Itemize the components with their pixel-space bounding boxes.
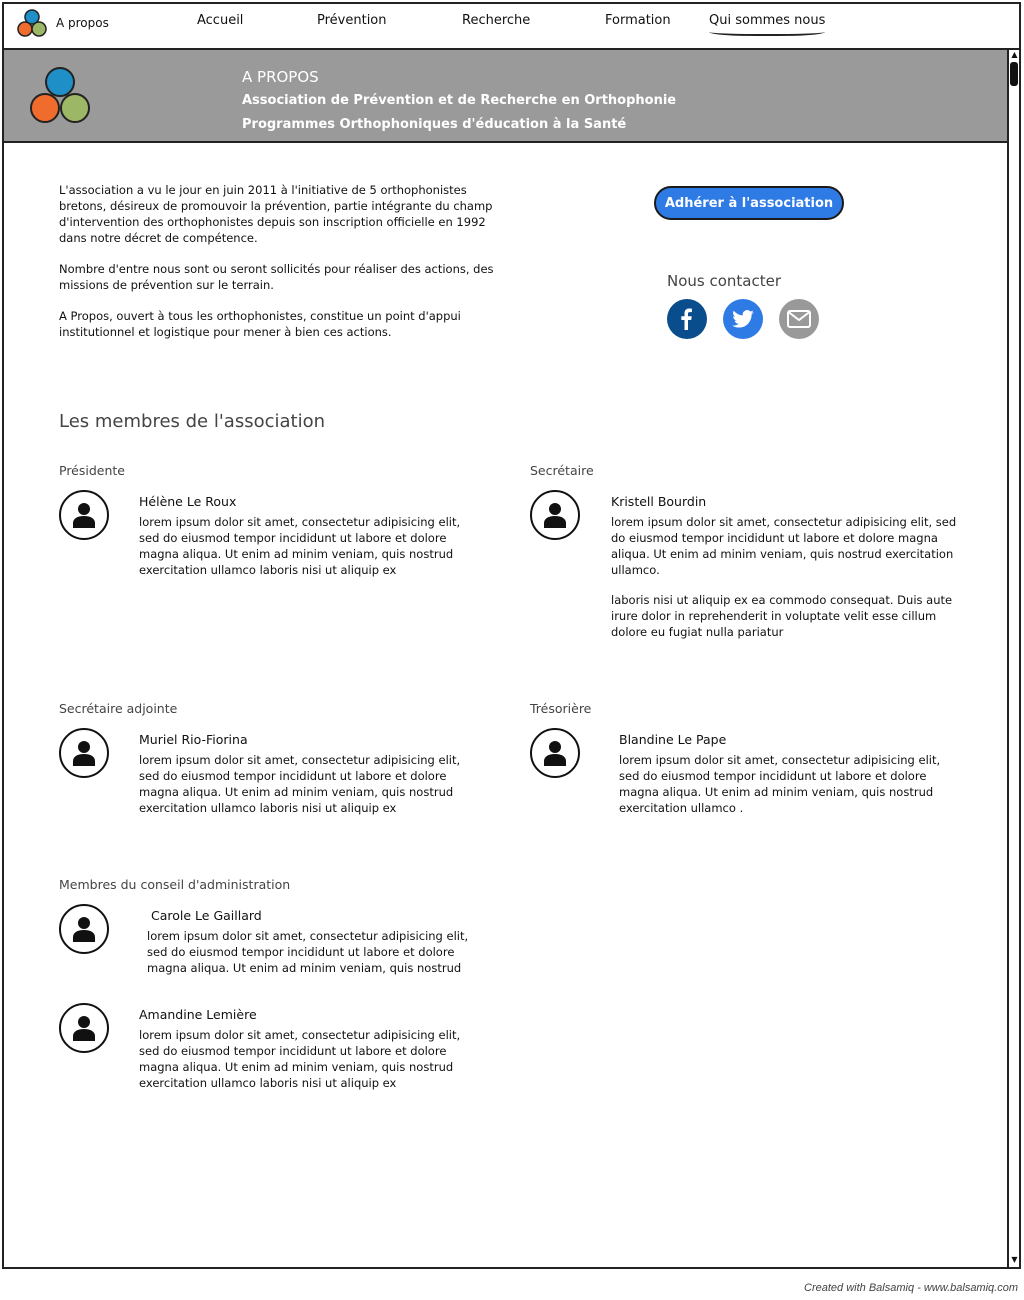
header-banner: A PROPOS Association de Prévention et de… xyxy=(4,50,1007,143)
intro-paragraph: Nombre d'entre nous sont ou seront solli… xyxy=(59,262,494,292)
user-icon xyxy=(73,1016,95,1041)
member-bio-carole: lorem ipsum dolor sit amet, consectetur … xyxy=(147,929,469,975)
member-bio-secretaire-adjointe: lorem ipsum dolor sit amet, consectetur … xyxy=(139,753,461,815)
role-label-secretaire-adjointe: Secrétaire adjointe xyxy=(59,701,178,716)
member-bio-secretaire-2: laboris nisi ut aliquip ex ea commodo co… xyxy=(611,593,953,639)
member-name-secretaire: Kristell Bourdin xyxy=(611,494,707,509)
browser-frame: A propos Accueil Prévention Recherche Fo… xyxy=(2,2,1021,1269)
banner-text: A PROPOS Association de Prévention et de… xyxy=(242,68,676,141)
member-name-carole: Carole Le Gaillard xyxy=(151,908,262,923)
user-icon xyxy=(544,741,566,766)
nav-qui-sommes-nous[interactable]: Qui sommes nous xyxy=(709,13,826,36)
member-name-amandine: Amandine Lemière xyxy=(139,1007,257,1022)
member-name-presidente: Hélène Le Roux xyxy=(139,494,237,509)
user-icon xyxy=(544,503,566,528)
intro-text: L'association a vu le jour en juin 2011 … xyxy=(59,182,499,355)
nav-accueil[interactable]: Accueil xyxy=(197,13,243,28)
facebook-icon[interactable] xyxy=(667,299,707,339)
association-logo-icon xyxy=(30,67,90,123)
avatar xyxy=(59,728,109,778)
twitter-icon[interactable] xyxy=(723,299,763,339)
banner-subtitle-2: Programmes Orthophoniques d'éducation à … xyxy=(242,117,627,132)
intro-paragraph: A Propos, ouvert à tous les orthophonist… xyxy=(59,309,461,339)
join-association-button[interactable]: Adhérer à l'association xyxy=(654,186,844,220)
nav-formation[interactable]: Formation xyxy=(605,13,671,28)
member-bio-presidente: lorem ipsum dolor sit amet, consectetur … xyxy=(139,515,461,577)
nav-recherche[interactable]: Recherche xyxy=(462,13,530,28)
top-navigation: A propos Accueil Prévention Recherche Fo… xyxy=(4,4,1019,50)
member-bio-secretaire: lorem ipsum dolor sit amet, consectetur … xyxy=(611,515,957,577)
member-bio-tresoriere: lorem ipsum dolor sit amet, consectetur … xyxy=(619,753,941,815)
scroll-thumb[interactable] xyxy=(1010,62,1018,86)
mail-icon[interactable] xyxy=(779,299,819,339)
nav-prevention[interactable]: Prévention xyxy=(317,13,387,28)
scroll-up-icon[interactable]: ▲ xyxy=(1010,50,1019,60)
user-icon xyxy=(73,741,95,766)
members-section-title: Les membres de l'association xyxy=(59,411,326,432)
banner-subtitle-1: Association de Prévention et de Recherch… xyxy=(242,93,677,108)
avatar xyxy=(530,490,580,540)
intro-paragraph: L'association a vu le jour en juin 2011 … xyxy=(59,183,493,245)
avatar xyxy=(59,1003,109,1053)
brand-label: A propos xyxy=(56,16,109,30)
brand[interactable]: A propos xyxy=(16,8,109,38)
banner-title: A PROPOS xyxy=(242,68,319,86)
role-label-presidente: Présidente xyxy=(59,463,125,478)
contact-label: Nous contacter xyxy=(667,272,782,290)
member-name-tresoriere: Blandine Le Pape xyxy=(619,732,727,747)
avatar xyxy=(59,904,109,954)
vertical-scrollbar[interactable]: ▲ ▼ xyxy=(1007,50,1019,1267)
balsamiq-credit: Created with Balsamiq - www.balsamiq.com xyxy=(804,1282,1018,1294)
scroll-down-icon[interactable]: ▼ xyxy=(1010,1255,1019,1265)
user-icon xyxy=(73,503,95,528)
member-name-secretaire-adjointe: Muriel Rio-Fiorina xyxy=(139,732,248,747)
role-label-conseil: Membres du conseil d'administration xyxy=(59,877,291,892)
member-bio-amandine: lorem ipsum dolor sit amet, consectetur … xyxy=(139,1028,461,1090)
user-icon xyxy=(73,917,95,942)
logo-icon xyxy=(17,9,47,37)
avatar xyxy=(530,728,580,778)
role-label-tresoriere: Trésorière xyxy=(530,701,592,716)
avatar xyxy=(59,490,109,540)
role-label-secretaire: Secrétaire xyxy=(530,463,594,478)
